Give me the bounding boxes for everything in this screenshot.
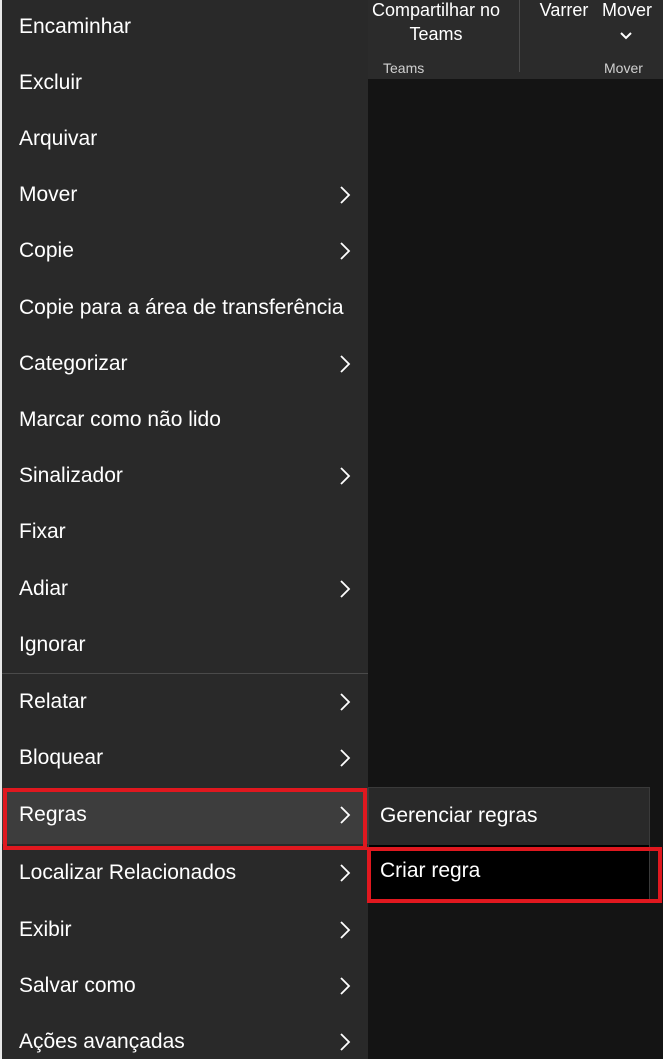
submenu-item-label: Criar regra	[380, 859, 481, 882]
menu-item-ignore[interactable]: Ignorar	[2, 618, 368, 674]
context-menu: Encaminhar Excluir Arquivar Mover Copie Copie…	[2, 0, 368, 1059]
menu-item-view[interactable]: Exibir	[2, 903, 368, 959]
menu-item-mark-unread[interactable]: Marcar como não lido	[2, 393, 368, 449]
chevron-down-icon[interactable]	[618, 30, 634, 42]
menu-item-pin[interactable]: Fixar	[2, 505, 368, 561]
menu-item-rules[interactable]: Regras	[2, 788, 368, 844]
share-to-teams-button[interactable]: Compartilhar no Teams	[368, 0, 504, 46]
rules-submenu: Gerenciar regras Criar regra	[368, 787, 650, 901]
menu-item-label: Fixar	[19, 520, 66, 543]
chevron-right-icon	[340, 467, 351, 485]
menu-item-label: Adiar	[19, 577, 69, 600]
chevron-right-icon	[340, 355, 351, 373]
menu-item-label: Exibir	[19, 918, 72, 941]
menu-item-save-as[interactable]: Salvar como	[2, 959, 368, 1015]
chevron-right-icon	[340, 806, 351, 824]
move-button[interactable]: Mover	[596, 0, 658, 22]
menu-item-label: Relatar	[19, 690, 87, 713]
menu-item-categorize[interactable]: Categorizar	[2, 337, 368, 393]
submenu-item-create-rule[interactable]: Criar regra	[369, 845, 649, 901]
menu-item-label: Categorizar	[19, 352, 128, 375]
menu-item-snooze[interactable]: Adiar	[2, 562, 368, 618]
menu-item-label: Arquivar	[19, 127, 98, 150]
menu-item-label: Marcar como não lido	[19, 408, 221, 431]
menu-item-copy-to-clipboard[interactable]: Copie para a área de transferência	[2, 281, 368, 337]
menu-item-label: Ignorar	[19, 633, 86, 656]
chevron-right-icon	[340, 242, 351, 260]
menu-item-label: Mover	[19, 183, 78, 206]
menu-item-label: Sinalizador	[19, 464, 123, 487]
chevron-right-icon	[340, 977, 351, 995]
ribbon-group-label-move: Mover	[604, 60, 643, 76]
menu-item-forward[interactable]: Encaminhar	[2, 0, 368, 56]
menu-item-label: Copie para a área de transferência	[19, 296, 344, 319]
sweep-button[interactable]: Varrer	[536, 0, 592, 22]
chevron-right-icon	[340, 1033, 351, 1051]
chevron-right-icon	[340, 749, 351, 767]
menu-item-move[interactable]: Mover	[2, 168, 368, 224]
menu-item-block[interactable]: Bloquear	[2, 731, 368, 787]
chevron-right-icon	[340, 186, 351, 204]
menu-item-find-related[interactable]: Localizar Relacionados	[2, 846, 368, 902]
menu-item-flag[interactable]: Sinalizador	[2, 449, 368, 505]
menu-item-label: Bloquear	[19, 746, 104, 769]
chevron-right-icon	[340, 693, 351, 711]
chevron-right-icon	[340, 580, 351, 598]
outlook-window: Compartilhar no Teams Varrer Mover Teams…	[0, 0, 663, 1059]
chevron-right-icon	[340, 921, 351, 939]
menu-item-label: Regras	[19, 803, 87, 826]
share-to-teams-label: Compartilhar no Teams	[371, 0, 501, 44]
chevron-right-icon	[340, 864, 351, 882]
menu-item-label: Excluir	[19, 71, 83, 94]
menu-item-label: Ações avançadas	[19, 1030, 185, 1053]
menu-item-label: Localizar Relacionados	[19, 861, 237, 884]
submenu-item-label: Gerenciar regras	[380, 804, 538, 827]
ribbon-divider	[519, 0, 520, 72]
menu-item-archive[interactable]: Arquivar	[2, 112, 368, 168]
menu-item-advanced-actions[interactable]: Ações avançadas	[2, 1015, 368, 1059]
sweep-label: Varrer	[539, 0, 589, 20]
move-label: Mover	[601, 0, 652, 20]
menu-item-label: Copie	[19, 239, 74, 262]
menu-item-label: Salvar como	[19, 974, 136, 997]
menu-item-label: Encaminhar	[19, 15, 132, 38]
menu-item-copy[interactable]: Copie	[2, 224, 368, 280]
menu-item-report[interactable]: Relatar	[2, 675, 368, 731]
ribbon-group-label-teams: Teams	[383, 60, 425, 76]
submenu-item-manage-rules[interactable]: Gerenciar regras	[369, 788, 649, 844]
ribbon: Compartilhar no Teams Varrer Mover Teams…	[368, 0, 663, 79]
menu-item-delete[interactable]: Excluir	[2, 56, 368, 112]
